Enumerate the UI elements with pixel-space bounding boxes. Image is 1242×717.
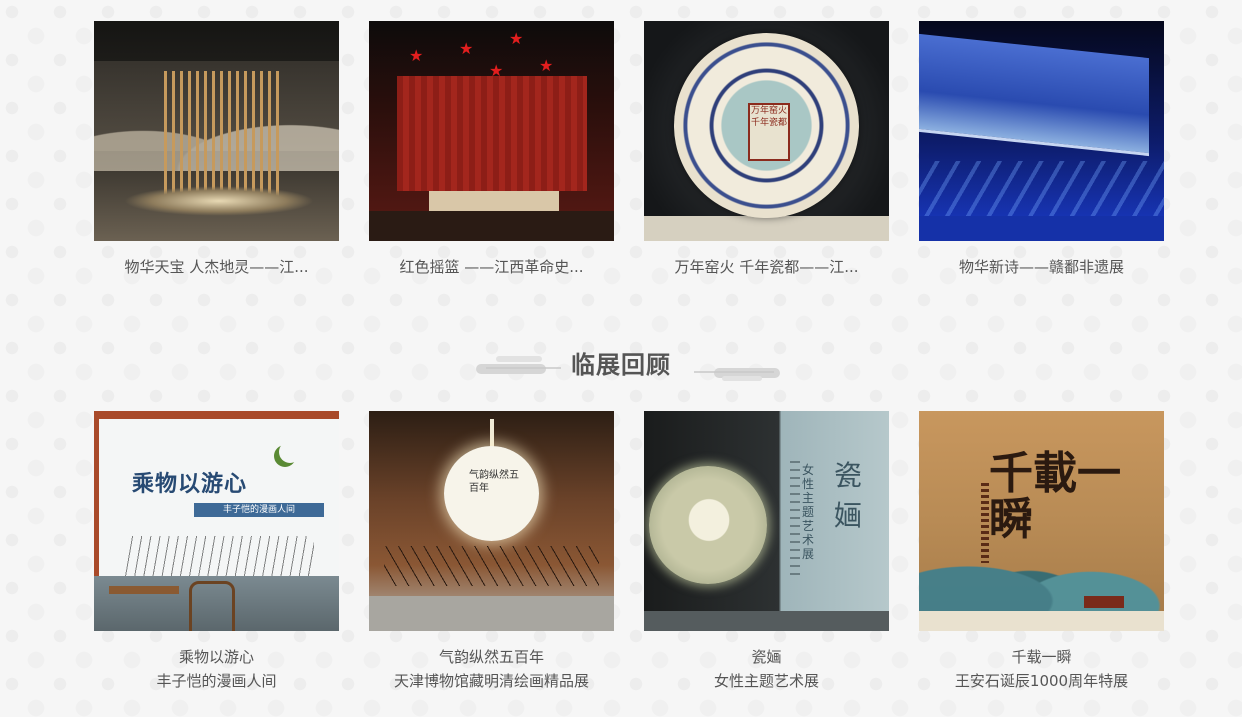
exhibition-caption[interactable]: 物华天宝 人杰地灵——江... xyxy=(94,255,339,279)
exhibition-card[interactable]: 物华新诗——赣鄱非遗展 xyxy=(919,21,1164,279)
image-subtitle: 女性主题艺术展 xyxy=(802,463,815,561)
cloud-ornament-icon xyxy=(694,368,780,381)
exhibition-caption[interactable]: 万年窑火 千年瓷都——江... xyxy=(644,255,889,279)
section-header: 临展回顾 xyxy=(0,342,1242,388)
exhibition-image[interactable]: 气韵纵然五百年 xyxy=(369,411,614,631)
exhibition-card[interactable]: 女性主题艺术展 瓷婳 瓷婳 女性主题艺术展 xyxy=(644,411,889,693)
caption-title: 瓷婳 xyxy=(751,648,782,666)
exhibition-card[interactable]: 万年窑火千年瓷都 万年窑火 千年瓷都——江... xyxy=(644,21,889,279)
exhibition-card[interactable]: 乘物以游心 丰子恺的漫画人间 乘物以游心 丰子恺的漫画人间 xyxy=(94,411,339,693)
caption-subtitle: 天津博物馆藏明清绘画精品展 xyxy=(393,672,589,690)
image-title: 乘物以游心 xyxy=(132,471,248,497)
image-title: 瓷婳 xyxy=(834,459,863,532)
permanent-exhibitions-grid: 物华天宝 人杰地灵——江... ★ ★ ★ ★ ★ 红色摇篮 ——江西革命史..… xyxy=(94,21,1164,279)
caption-subtitle: 丰子恺的漫画人间 xyxy=(156,672,277,690)
caption-title: 千载一瞬 xyxy=(1011,648,1072,666)
caption-subtitle: 王安石诞辰1000周年特展 xyxy=(954,672,1129,690)
exhibition-image[interactable] xyxy=(94,21,339,241)
cloud-ornament-icon xyxy=(476,356,561,374)
image-title: 千載一瞬 xyxy=(989,448,1121,545)
exhibition-image[interactable]: 女性主题艺术展 瓷婳 xyxy=(644,411,889,631)
review-exhibitions-grid: 乘物以游心 丰子恺的漫画人间 乘物以游心 丰子恺的漫画人间 气韵纵然五百年 气韵… xyxy=(94,411,1164,693)
exhibition-caption[interactable]: 红色摇篮 ——江西革命史... xyxy=(369,255,614,279)
image-title: 气韵纵然五百年 xyxy=(469,470,519,494)
exhibition-image[interactable]: ★ ★ ★ ★ ★ xyxy=(369,21,614,241)
section-title: 临展回顾 xyxy=(571,350,671,379)
exhibition-card[interactable]: 千載一瞬 千载一瞬 王安石诞辰1000周年特展 xyxy=(919,411,1164,693)
exhibition-caption[interactable]: 乘物以游心 丰子恺的漫画人间 xyxy=(94,645,339,693)
image-subtitle: 丰子恺的漫画人间 xyxy=(194,503,324,517)
exhibition-image[interactable]: 乘物以游心 丰子恺的漫画人间 xyxy=(94,411,339,631)
exhibition-caption[interactable]: 气韵纵然五百年 天津博物馆藏明清绘画精品展 xyxy=(369,645,614,693)
exhibition-caption[interactable]: 瓷婳 女性主题艺术展 xyxy=(644,645,889,693)
caption-title: 乘物以游心 xyxy=(178,648,254,666)
caption-subtitle: 女性主题艺术展 xyxy=(713,672,819,690)
exhibition-image[interactable]: 万年窑火千年瓷都 xyxy=(644,21,889,241)
exhibition-card[interactable]: 气韵纵然五百年 气韵纵然五百年 天津博物馆藏明清绘画精品展 xyxy=(369,411,614,693)
exhibition-seal: 万年窑火千年瓷都 xyxy=(748,103,790,161)
exhibition-caption[interactable]: 物华新诗——赣鄱非遗展 xyxy=(919,255,1164,279)
exhibition-card[interactable]: 物华天宝 人杰地灵——江... xyxy=(94,21,339,279)
exhibition-card[interactable]: ★ ★ ★ ★ ★ 红色摇篮 ——江西革命史... xyxy=(369,21,614,279)
exhibition-caption[interactable]: 千载一瞬 王安石诞辰1000周年特展 xyxy=(919,645,1164,693)
exhibition-image[interactable]: 千載一瞬 xyxy=(919,411,1164,631)
exhibition-image[interactable] xyxy=(919,21,1164,241)
caption-title: 气韵纵然五百年 xyxy=(438,648,544,666)
